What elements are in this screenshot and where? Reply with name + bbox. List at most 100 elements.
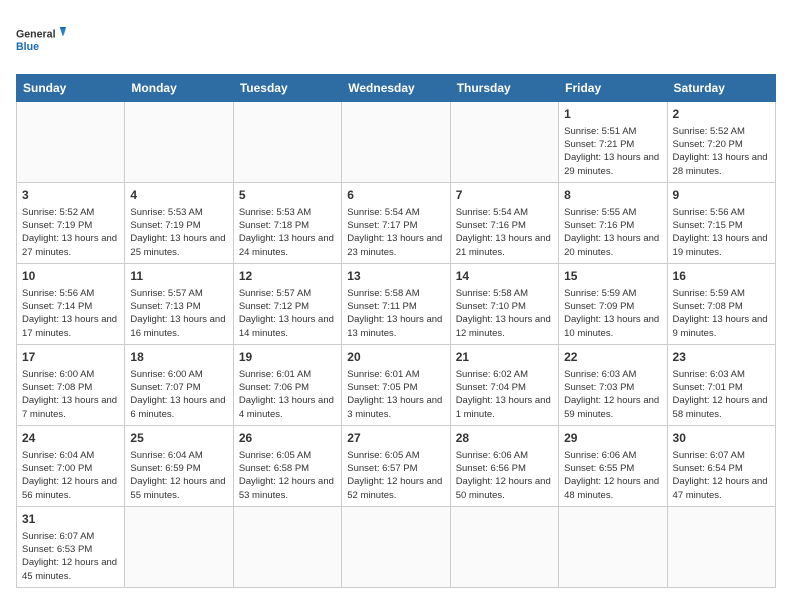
calendar-cell: 23 Sunrise: 6:03 AM Sunset: 7:01 PM Dayli… <box>667 344 775 425</box>
day-info: Sunrise: 5:57 AM Sunset: 7:12 PM Dayligh… <box>239 287 336 340</box>
day-number: 3 <box>22 187 119 204</box>
day-info: Sunrise: 6:04 AM Sunset: 7:00 PM Dayligh… <box>22 449 119 502</box>
day-info: Sunrise: 6:07 AM Sunset: 6:53 PM Dayligh… <box>22 530 119 583</box>
day-number: 23 <box>673 349 770 366</box>
day-number: 21 <box>456 349 553 366</box>
day-number: 22 <box>564 349 661 366</box>
calendar-cell <box>17 102 125 183</box>
day-info: Sunrise: 6:01 AM Sunset: 7:06 PM Dayligh… <box>239 368 336 421</box>
day-info: Sunrise: 6:07 AM Sunset: 6:54 PM Dayligh… <box>673 449 770 502</box>
day-info: Sunrise: 5:53 AM Sunset: 7:18 PM Dayligh… <box>239 206 336 259</box>
day-info: Sunrise: 5:51 AM Sunset: 7:21 PM Dayligh… <box>564 125 661 178</box>
calendar-week-row: 10 Sunrise: 5:56 AM Sunset: 7:14 PM Dayli… <box>17 263 776 344</box>
calendar-cell <box>125 506 233 587</box>
day-info: Sunrise: 6:04 AM Sunset: 6:59 PM Dayligh… <box>130 449 227 502</box>
day-info: Sunrise: 5:53 AM Sunset: 7:19 PM Dayligh… <box>130 206 227 259</box>
day-info: Sunrise: 5:57 AM Sunset: 7:13 PM Dayligh… <box>130 287 227 340</box>
weekday-header-tuesday: Tuesday <box>233 75 341 102</box>
calendar-cell <box>450 506 558 587</box>
calendar-week-row: 31 Sunrise: 6:07 AM Sunset: 6:53 PM Dayli… <box>17 506 776 587</box>
calendar-cell: 18Sunrise: 6:00 AM Sunset: 7:07 PM Dayli… <box>125 344 233 425</box>
weekday-header-sunday: Sunday <box>17 75 125 102</box>
weekday-header-thursday: Thursday <box>450 75 558 102</box>
day-number: 8 <box>564 187 661 204</box>
calendar-table: SundayMondayTuesdayWednesdayThursdayFrid… <box>16 74 776 588</box>
day-info: Sunrise: 5:55 AM Sunset: 7:16 PM Dayligh… <box>564 206 661 259</box>
calendar-cell: 4 Sunrise: 5:53 AM Sunset: 7:19 PM Daylig… <box>125 182 233 263</box>
calendar-cell: 29 Sunrise: 6:06 AM Sunset: 6:55 PM Dayli… <box>559 425 667 506</box>
calendar-cell: 21 Sunrise: 6:02 AM Sunset: 7:04 PM Dayli… <box>450 344 558 425</box>
day-number: 15 <box>564 268 661 285</box>
calendar-cell: 11 Sunrise: 5:57 AM Sunset: 7:13 PM Dayli… <box>125 263 233 344</box>
day-info: Sunrise: 6:06 AM Sunset: 6:55 PM Dayligh… <box>564 449 661 502</box>
calendar-cell: 19Sunrise: 6:01 AM Sunset: 7:06 PM Dayli… <box>233 344 341 425</box>
logo-svg: General Blue <box>16 16 66 66</box>
calendar-cell: 25 Sunrise: 6:04 AM Sunset: 6:59 PM Dayli… <box>125 425 233 506</box>
day-number: 5 <box>239 187 336 204</box>
day-number: 6 <box>347 187 444 204</box>
day-number: 10 <box>22 268 119 285</box>
calendar-cell: 15Sunrise: 5:59 AM Sunset: 7:09 PM Dayli… <box>559 263 667 344</box>
calendar-cell: 3Sunrise: 5:52 AM Sunset: 7:19 PM Daylig… <box>17 182 125 263</box>
logo: General Blue <box>16 16 66 66</box>
svg-text:Blue: Blue <box>16 41 39 53</box>
calendar-cell <box>125 102 233 183</box>
day-info: Sunrise: 6:06 AM Sunset: 6:56 PM Dayligh… <box>456 449 553 502</box>
weekday-header-monday: Monday <box>125 75 233 102</box>
calendar-week-row: 1 Sunrise: 5:51 AM Sunset: 7:21 PM Daylig… <box>17 102 776 183</box>
calendar-cell: 31 Sunrise: 6:07 AM Sunset: 6:53 PM Dayli… <box>17 506 125 587</box>
day-info: Sunrise: 6:01 AM Sunset: 7:05 PM Dayligh… <box>347 368 444 421</box>
calendar-cell <box>450 102 558 183</box>
calendar-cell: 24 Sunrise: 6:04 AM Sunset: 7:00 PM Dayli… <box>17 425 125 506</box>
day-number: 29 <box>564 430 661 447</box>
day-info: Sunrise: 6:05 AM Sunset: 6:58 PM Dayligh… <box>239 449 336 502</box>
day-info: Sunrise: 5:56 AM Sunset: 7:15 PM Dayligh… <box>673 206 770 259</box>
calendar-cell: 7Sunrise: 5:54 AM Sunset: 7:16 PM Daylig… <box>450 182 558 263</box>
day-number: 1 <box>564 106 661 123</box>
calendar-cell: 17Sunrise: 6:00 AM Sunset: 7:08 PM Dayli… <box>17 344 125 425</box>
day-number: 27 <box>347 430 444 447</box>
day-info: Sunrise: 5:56 AM Sunset: 7:14 PM Dayligh… <box>22 287 119 340</box>
day-info: Sunrise: 6:02 AM Sunset: 7:04 PM Dayligh… <box>456 368 553 421</box>
calendar-week-row: 3Sunrise: 5:52 AM Sunset: 7:19 PM Daylig… <box>17 182 776 263</box>
day-info: Sunrise: 6:00 AM Sunset: 7:08 PM Dayligh… <box>22 368 119 421</box>
calendar-cell: 6Sunrise: 5:54 AM Sunset: 7:17 PM Daylig… <box>342 182 450 263</box>
day-info: Sunrise: 5:52 AM Sunset: 7:20 PM Dayligh… <box>673 125 770 178</box>
day-number: 9 <box>673 187 770 204</box>
calendar-cell <box>559 506 667 587</box>
day-number: 14 <box>456 268 553 285</box>
calendar-cell: 8 Sunrise: 5:55 AM Sunset: 7:16 PM Daylig… <box>559 182 667 263</box>
weekday-header-friday: Friday <box>559 75 667 102</box>
calendar-cell <box>667 506 775 587</box>
day-number: 16 <box>673 268 770 285</box>
day-number: 20 <box>347 349 444 366</box>
day-info: Sunrise: 5:58 AM Sunset: 7:11 PM Dayligh… <box>347 287 444 340</box>
calendar-cell: 9 Sunrise: 5:56 AM Sunset: 7:15 PM Daylig… <box>667 182 775 263</box>
calendar-cell: 26Sunrise: 6:05 AM Sunset: 6:58 PM Dayli… <box>233 425 341 506</box>
calendar-cell: 28Sunrise: 6:06 AM Sunset: 6:56 PM Dayli… <box>450 425 558 506</box>
day-number: 25 <box>130 430 227 447</box>
day-info: Sunrise: 6:03 AM Sunset: 7:03 PM Dayligh… <box>564 368 661 421</box>
day-number: 4 <box>130 187 227 204</box>
calendar-week-row: 17Sunrise: 6:00 AM Sunset: 7:08 PM Dayli… <box>17 344 776 425</box>
calendar-cell: 20 Sunrise: 6:01 AM Sunset: 7:05 PM Dayli… <box>342 344 450 425</box>
calendar-cell: 16Sunrise: 5:59 AM Sunset: 7:08 PM Dayli… <box>667 263 775 344</box>
svg-text:General: General <box>16 29 56 41</box>
day-info: Sunrise: 6:05 AM Sunset: 6:57 PM Dayligh… <box>347 449 444 502</box>
day-number: 31 <box>22 511 119 528</box>
day-info: Sunrise: 5:58 AM Sunset: 7:10 PM Dayligh… <box>456 287 553 340</box>
day-number: 30 <box>673 430 770 447</box>
calendar-cell: 10 Sunrise: 5:56 AM Sunset: 7:14 PM Dayli… <box>17 263 125 344</box>
weekday-header-wednesday: Wednesday <box>342 75 450 102</box>
day-number: 18 <box>130 349 227 366</box>
calendar-cell: 12 Sunrise: 5:57 AM Sunset: 7:12 PM Dayli… <box>233 263 341 344</box>
day-number: 12 <box>239 268 336 285</box>
calendar-cell <box>342 506 450 587</box>
calendar-header-row: SundayMondayTuesdayWednesdayThursdayFrid… <box>17 75 776 102</box>
day-info: Sunrise: 6:03 AM Sunset: 7:01 PM Dayligh… <box>673 368 770 421</box>
day-number: 11 <box>130 268 227 285</box>
calendar-cell <box>233 102 341 183</box>
calendar-cell: 14 Sunrise: 5:58 AM Sunset: 7:10 PM Dayli… <box>450 263 558 344</box>
day-number: 24 <box>22 430 119 447</box>
day-number: 13 <box>347 268 444 285</box>
